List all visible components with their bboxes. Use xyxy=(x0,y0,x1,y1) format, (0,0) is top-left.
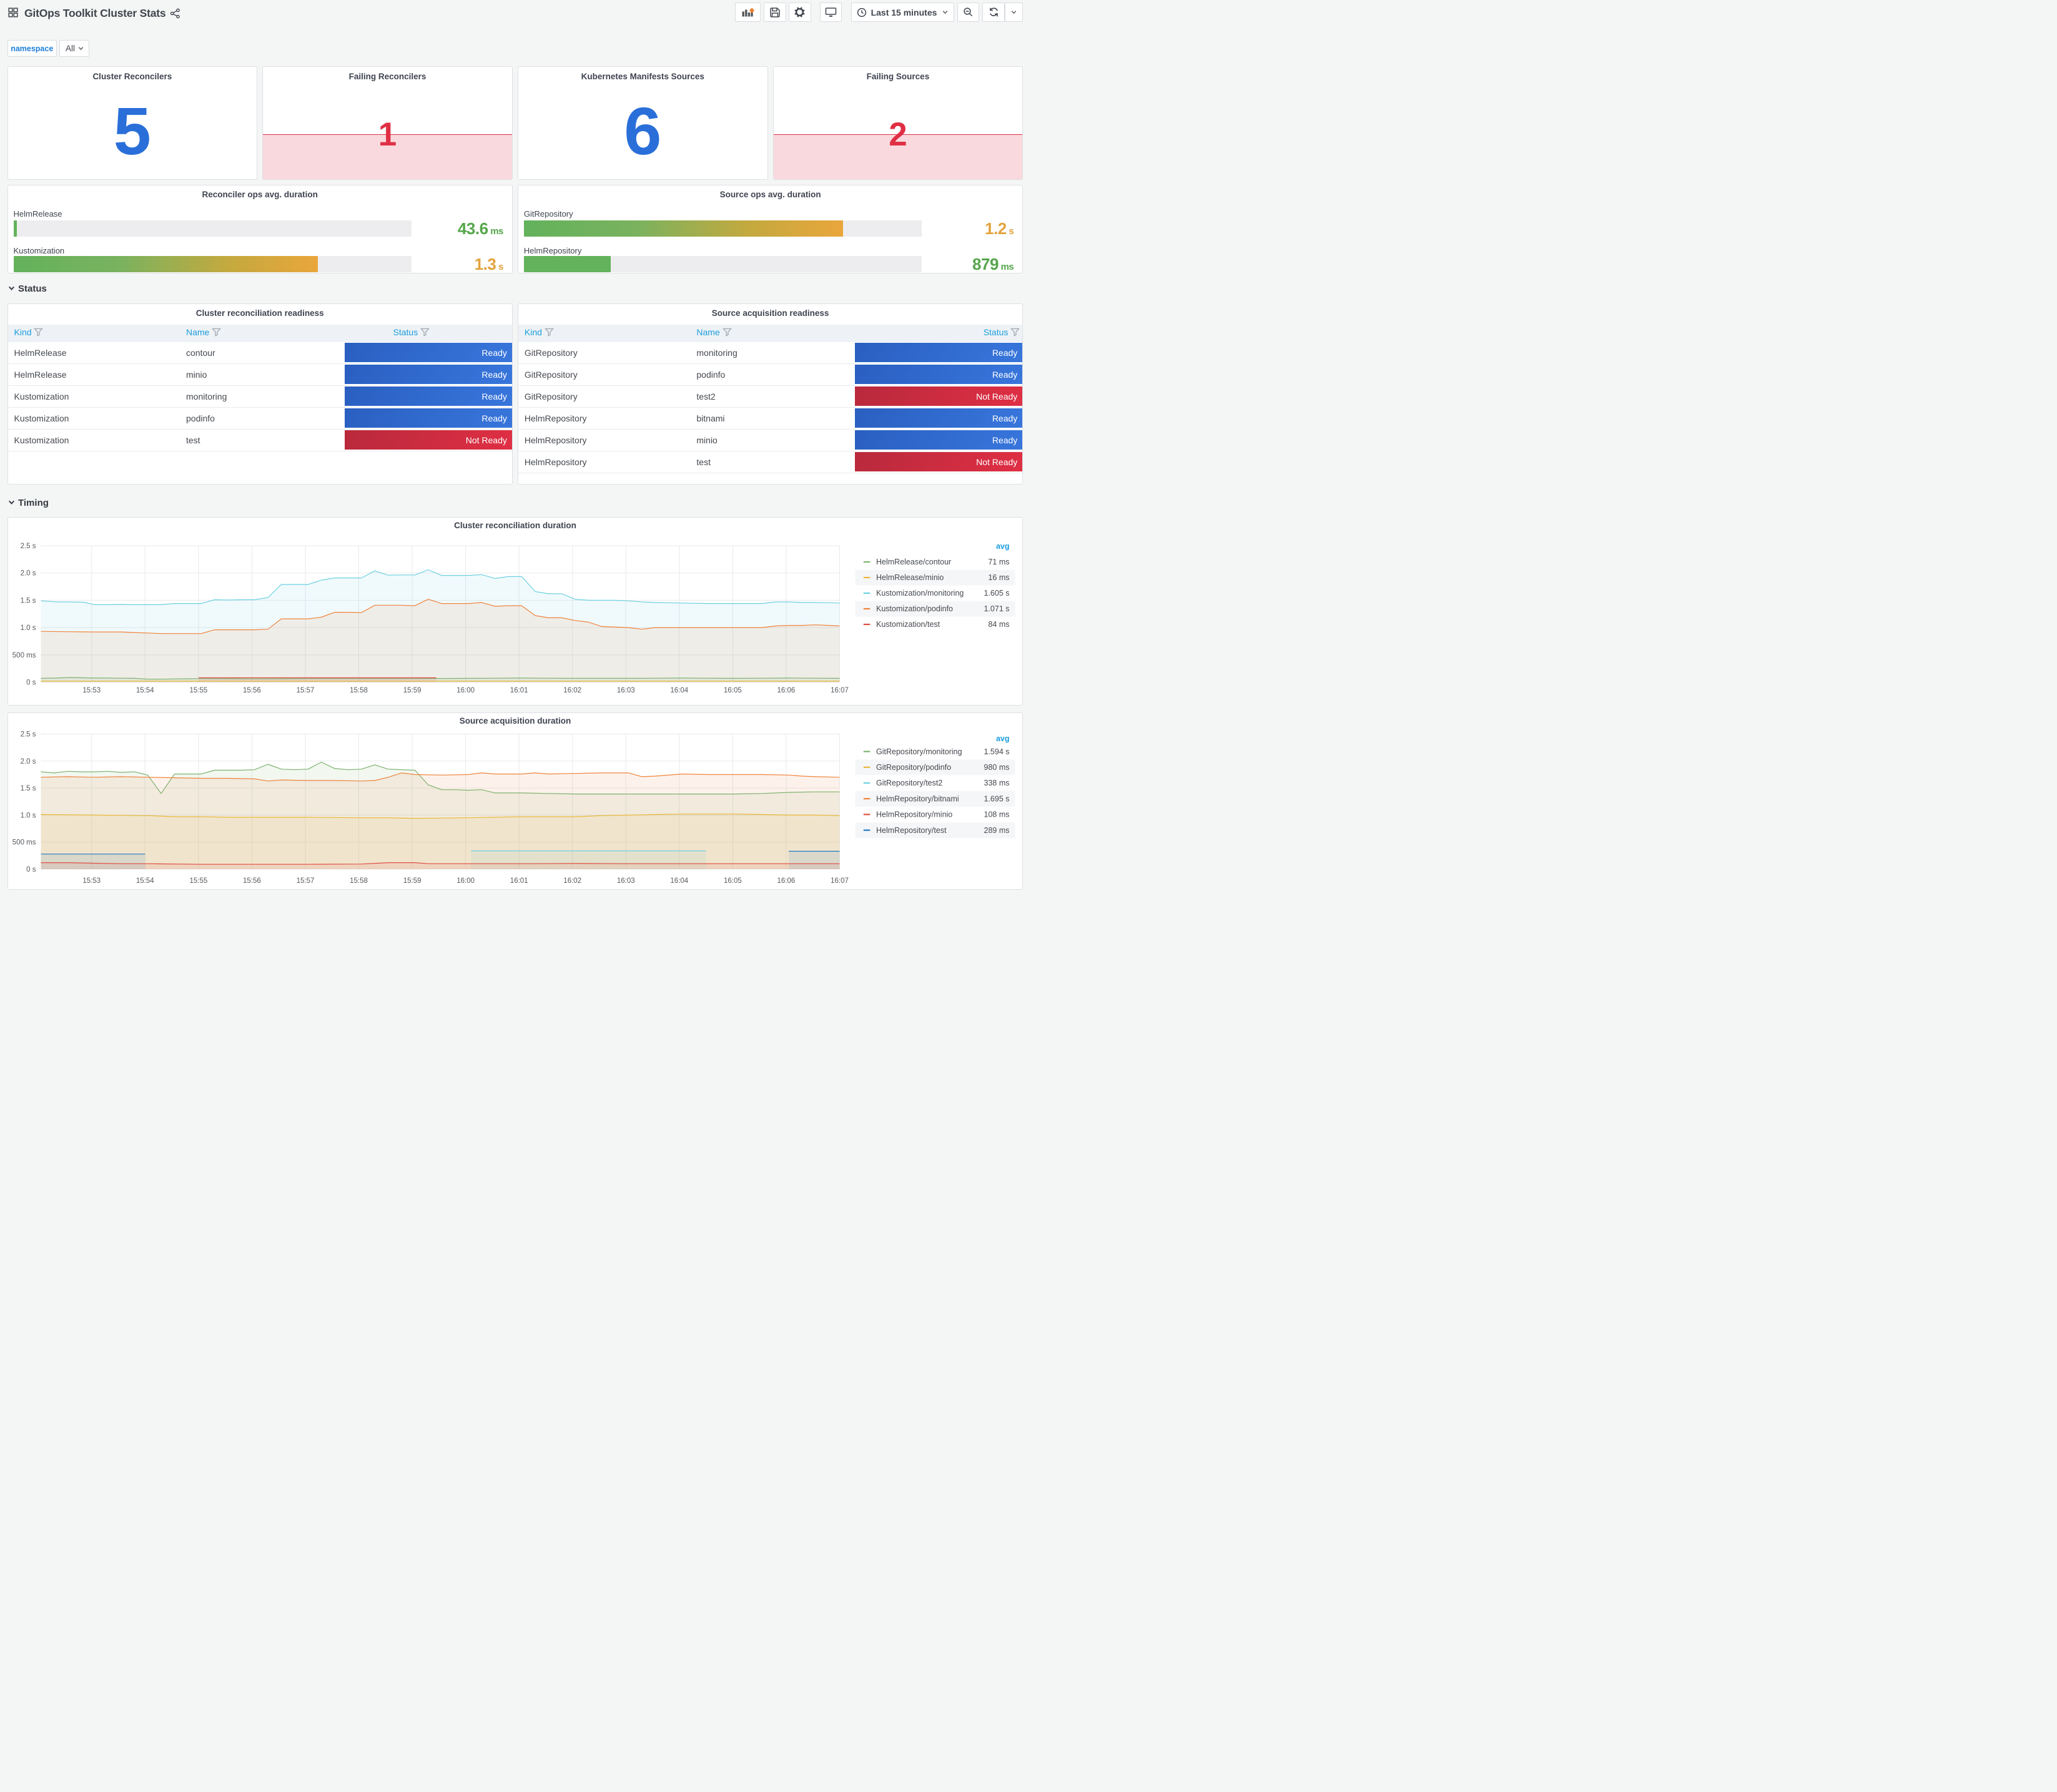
svg-text:16:06: 16:06 xyxy=(777,687,795,694)
svg-text:15:54: 15:54 xyxy=(136,877,154,885)
svg-text:15:58: 15:58 xyxy=(350,687,368,694)
svg-text:16:03: 16:03 xyxy=(616,877,634,885)
svg-text:16:00: 16:00 xyxy=(456,687,475,694)
svg-text:108 ms: 108 ms xyxy=(984,810,1009,819)
svg-text:HelmRelease/minio: HelmRelease/minio xyxy=(876,573,944,582)
svg-text:16:07: 16:07 xyxy=(831,877,849,885)
svg-text:15:59: 15:59 xyxy=(403,687,421,694)
svg-text:16:07: 16:07 xyxy=(831,687,849,694)
svg-text:16:00: 16:00 xyxy=(456,877,475,885)
svg-text:0 s: 0 s xyxy=(26,866,36,874)
svg-text:15:56: 15:56 xyxy=(243,687,261,694)
svg-text:15:53: 15:53 xyxy=(82,687,101,694)
svg-text:16:04: 16:04 xyxy=(670,687,688,694)
svg-text:1.071 s: 1.071 s xyxy=(984,604,1009,613)
svg-text:HelmRelease/contour: HelmRelease/contour xyxy=(876,558,951,566)
svg-text:2.0 s: 2.0 s xyxy=(20,570,36,578)
svg-text:1.594 s: 1.594 s xyxy=(984,747,1009,756)
svg-text:16:03: 16:03 xyxy=(616,687,634,694)
svg-text:2.0 s: 2.0 s xyxy=(20,758,36,766)
svg-text:avg: avg xyxy=(995,734,1009,743)
svg-text:16 ms: 16 ms xyxy=(988,573,1009,582)
svg-text:1.0 s: 1.0 s xyxy=(20,812,36,819)
svg-text:Cluster reconciliation duratio: Cluster reconciliation duration xyxy=(454,521,576,530)
svg-text:16:01: 16:01 xyxy=(510,877,528,885)
svg-text:15:59: 15:59 xyxy=(403,877,421,885)
svg-text:HelmRepository/bitnami: HelmRepository/bitnami xyxy=(876,794,959,803)
svg-text:16:01: 16:01 xyxy=(510,687,528,694)
svg-text:84 ms: 84 ms xyxy=(988,620,1009,629)
svg-text:500 ms: 500 ms xyxy=(12,839,36,847)
svg-text:15:58: 15:58 xyxy=(350,877,368,885)
svg-text:Kustomization/monitoring: Kustomization/monitoring xyxy=(876,589,964,598)
svg-text:16:05: 16:05 xyxy=(724,687,742,694)
svg-text:Kustomization/podinfo: Kustomization/podinfo xyxy=(876,604,953,613)
svg-text:Source acquisition duration: Source acquisition duration xyxy=(459,716,571,726)
svg-text:2.5 s: 2.5 s xyxy=(20,543,36,550)
svg-text:HelmRepository/test: HelmRepository/test xyxy=(876,826,947,835)
svg-text:15:56: 15:56 xyxy=(243,877,261,885)
svg-text:1.5 s: 1.5 s xyxy=(20,785,36,792)
svg-text:16:04: 16:04 xyxy=(670,877,688,885)
svg-text:71 ms: 71 ms xyxy=(988,558,1009,566)
svg-text:GitRepository/podinfo: GitRepository/podinfo xyxy=(876,763,951,772)
svg-text:15:55: 15:55 xyxy=(189,877,207,885)
svg-text:15:57: 15:57 xyxy=(296,687,314,694)
svg-text:980 ms: 980 ms xyxy=(984,763,1009,772)
svg-text:Kustomization/test: Kustomization/test xyxy=(876,620,940,629)
svg-text:avg: avg xyxy=(995,542,1009,551)
svg-text:16:05: 16:05 xyxy=(724,877,742,885)
svg-text:GitRepository/monitoring: GitRepository/monitoring xyxy=(876,747,962,756)
svg-text:15:57: 15:57 xyxy=(296,877,314,885)
svg-text:289 ms: 289 ms xyxy=(984,826,1009,835)
svg-text:15:53: 15:53 xyxy=(82,877,101,885)
svg-text:1.0 s: 1.0 s xyxy=(20,624,36,632)
svg-text:2.5 s: 2.5 s xyxy=(20,731,36,739)
svg-text:338 ms: 338 ms xyxy=(984,779,1009,787)
svg-text:16:02: 16:02 xyxy=(563,687,581,694)
svg-text:GitRepository/test2: GitRepository/test2 xyxy=(876,779,942,787)
svg-text:16:02: 16:02 xyxy=(563,877,581,885)
svg-text:500 ms: 500 ms xyxy=(12,652,36,659)
svg-text:1.695 s: 1.695 s xyxy=(984,794,1009,803)
svg-text:1.605 s: 1.605 s xyxy=(984,589,1009,598)
svg-text:0 s: 0 s xyxy=(26,679,36,687)
svg-text:16:06: 16:06 xyxy=(777,877,795,885)
svg-text:1.5 s: 1.5 s xyxy=(20,597,36,604)
svg-text:HelmRepository/minio: HelmRepository/minio xyxy=(876,810,952,819)
svg-text:15:55: 15:55 xyxy=(189,687,207,694)
svg-text:15:54: 15:54 xyxy=(136,687,154,694)
